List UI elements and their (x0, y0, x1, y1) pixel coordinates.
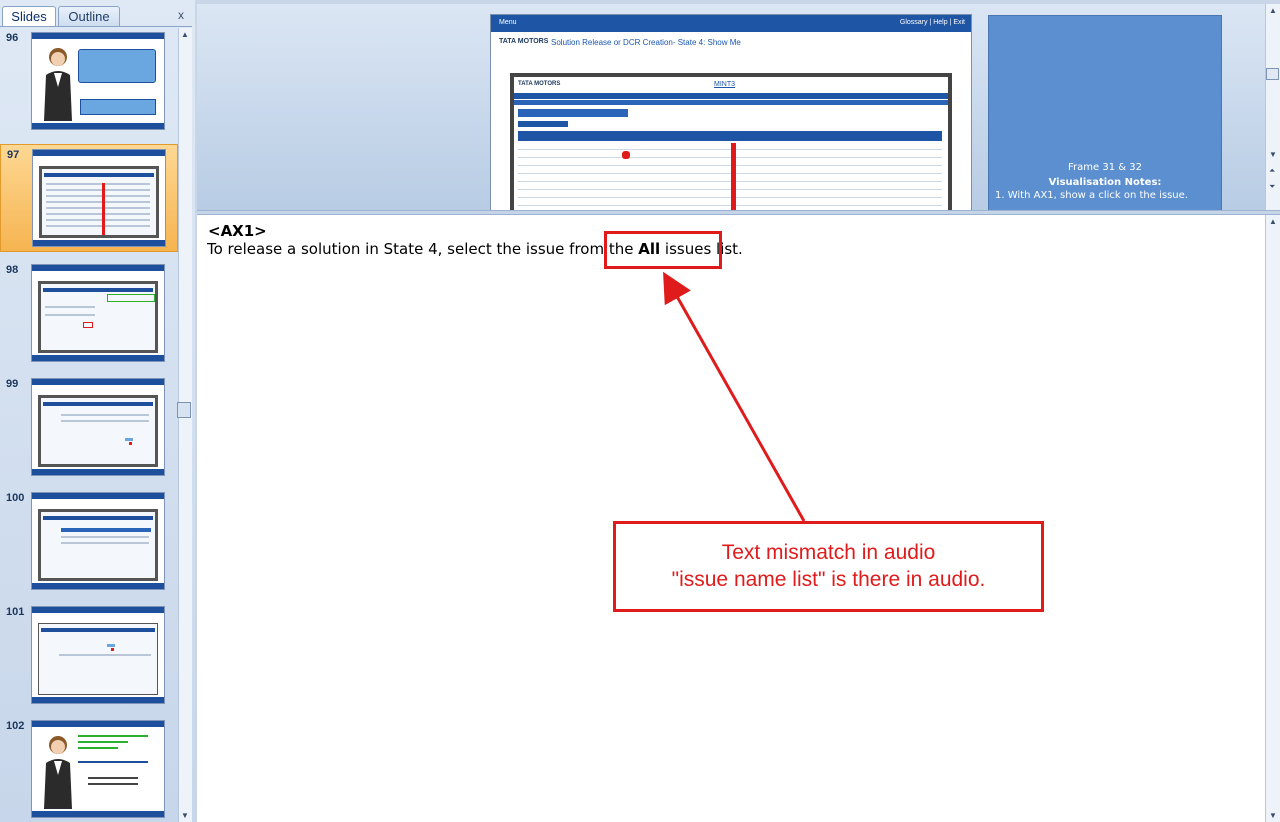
app-name: MINT3 (714, 81, 735, 88)
scroll-up-icon[interactable]: ▲ (1269, 217, 1277, 226)
visualisation-notes-box: Frame 31 & 32 Visualisation Notes: 1. Wi… (988, 15, 1222, 210)
slide-top-links: Glossary | Help | Exit (899, 19, 965, 26)
slide-number: 102 (6, 720, 25, 732)
slide-preview (31, 492, 165, 590)
slide-number: 96 (6, 32, 19, 44)
slide-menu-label: Menu (499, 19, 517, 26)
slide-thumbnail-100[interactable]: 100 (0, 488, 178, 596)
slide-preview (31, 720, 165, 818)
scroll-up-icon[interactable]: ▲ (1269, 6, 1277, 15)
slide-preview (31, 32, 165, 130)
slide-number: 98 (6, 264, 19, 276)
slide-number: 101 (6, 606, 25, 618)
frame-label: Frame 31 & 32 (1068, 162, 1142, 173)
callout-line-1: Text mismatch in audio (721, 541, 936, 564)
slide-scrollbar[interactable]: ▲ ▼ ⏶ ⏷ (1265, 4, 1280, 210)
slide-canvas[interactable]: Menu Glossary | Help | Exit TATA MOTORS … (490, 14, 972, 210)
slides-scrollbar[interactable]: ▲ ▼ (178, 28, 192, 822)
visualisation-note-item: 1. With AX1, show a click on the issue. (995, 190, 1188, 201)
slide-number: 97 (7, 149, 20, 161)
slides-tab-bar: Slides Outline x (0, 4, 192, 27)
slide-pane: Menu Glossary | Help | Exit TATA MOTORS … (197, 4, 1265, 210)
slide-thumbnail-98[interactable]: 98 (0, 260, 178, 368)
slide-scroll-thumb[interactable] (1266, 68, 1279, 80)
callout-arrow-icon (663, 271, 806, 522)
app-screenshot: TATA MOTORS MINT3 (510, 73, 952, 210)
slide-preview (32, 149, 166, 247)
slide-number: 99 (6, 378, 19, 390)
tab-slides[interactable]: Slides (2, 6, 56, 26)
slide-preview (31, 606, 165, 704)
previous-slide-icon[interactable]: ⏶ (1269, 166, 1275, 176)
scroll-up-icon[interactable]: ▲ (181, 30, 189, 39)
scroll-down-icon[interactable]: ▼ (1269, 811, 1277, 820)
presenter-figure-icon (44, 48, 72, 121)
slide-title: Solution Release or DCR Creation- State … (551, 38, 741, 47)
slide-thumbnail-102[interactable]: 102 (0, 716, 178, 822)
visualisation-heading: Visualisation Notes: (1048, 177, 1162, 188)
slide-thumbnail-list: 96 97 98 99 100 101 102 (0, 28, 178, 822)
tab-outline[interactable]: Outline (58, 6, 120, 26)
scroll-down-icon[interactable]: ▼ (1269, 150, 1277, 159)
slide-preview (31, 264, 165, 362)
next-slide-icon[interactable]: ⏷ (1269, 182, 1275, 192)
notes-scrollbar[interactable]: ▲ ▼ (1265, 215, 1280, 822)
slide-thumbnail-99[interactable]: 99 (0, 374, 178, 482)
brand-logo: TATA MOTORS (499, 38, 549, 45)
slide-thumbnail-97[interactable]: 97 (0, 144, 178, 252)
slide-thumbnail-101[interactable]: 101 (0, 602, 178, 710)
notes-pane[interactable]: <AX1> To release a solution in State 4, … (197, 215, 1265, 822)
slide-number: 100 (6, 492, 25, 504)
app-brand-logo: TATA MOTORS (518, 81, 561, 87)
slides-panel: Slides Outline x 96 97 98 99 100 101 102… (0, 0, 195, 822)
mismatch-callout: Text mismatch in audio "issue name list"… (613, 521, 1044, 612)
slide-preview (31, 378, 165, 476)
pane-resize-handle[interactable] (177, 402, 191, 418)
presenter-figure-icon (44, 736, 72, 809)
slide-thumbnail-96[interactable]: 96 (0, 28, 178, 136)
scroll-down-icon[interactable]: ▼ (181, 811, 189, 820)
slide-header-bar: Menu Glossary | Help | Exit (491, 15, 971, 32)
close-pane-icon[interactable]: x (178, 8, 184, 22)
callout-line-2: "issue name list" is there in audio. (671, 568, 986, 591)
